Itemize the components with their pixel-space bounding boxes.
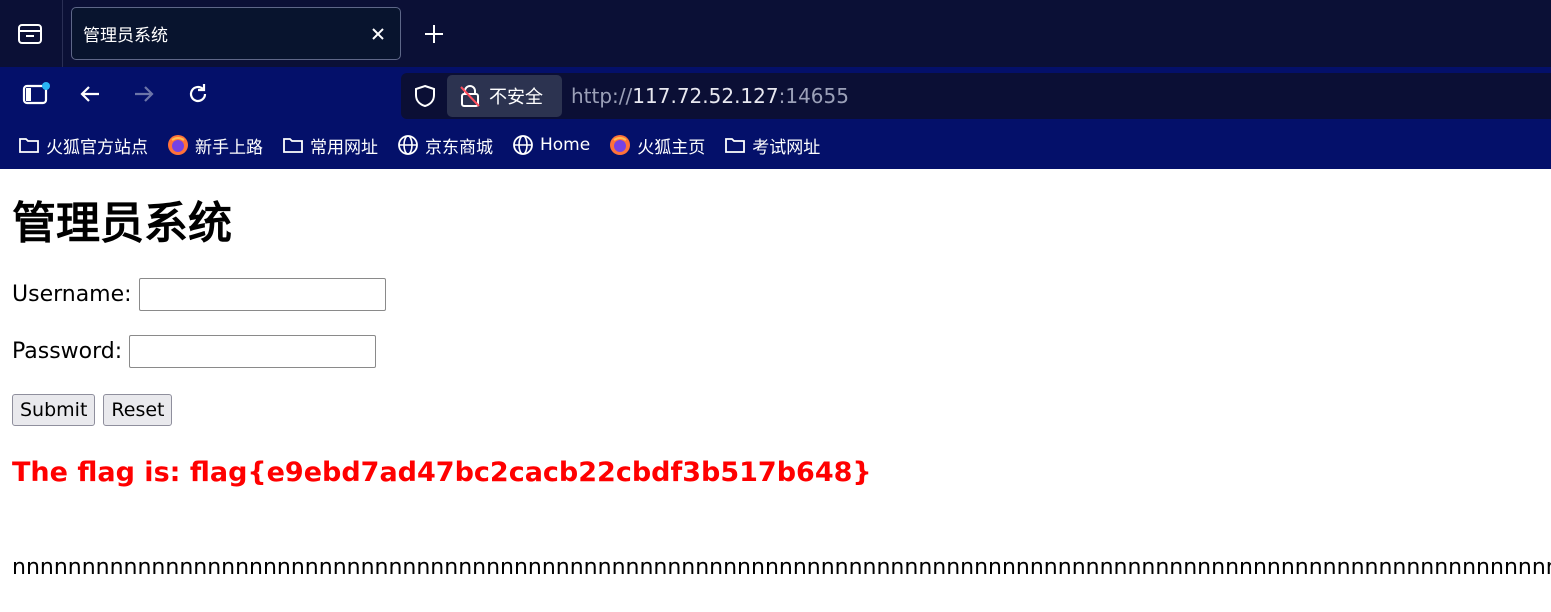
tab-close-button[interactable] [364, 20, 392, 48]
bookmark-item[interactable]: Home [512, 134, 590, 156]
folder-icon [19, 138, 39, 153]
password-label: Password: [12, 339, 123, 364]
folder-icon [283, 138, 303, 153]
bookmark-label: 火狐官方站点 [46, 137, 148, 158]
page-title: 管理员系统 [12, 198, 232, 249]
sidebar-button[interactable] [17, 75, 55, 113]
globe-icon [513, 135, 533, 155]
url-text[interactable]: http://117.72.52.127:14655 [571, 84, 849, 108]
flag-message: The flag is: flag{e9ebd7ad47bc2cacb22cbd… [12, 457, 872, 488]
active-tab[interactable]: 管理员系统 [71, 7, 401, 60]
forward-button[interactable] [125, 75, 163, 113]
bookmark-label: Home [540, 135, 591, 155]
sidebar-icon [22, 82, 50, 105]
firefox-icon [610, 135, 631, 155]
close-icon [372, 28, 384, 40]
connection-security-button[interactable]: 不安全 [447, 75, 562, 117]
bookmark-label: 考试网址 [752, 137, 821, 158]
filler-text: nnnnnnnnnnnnnnnnnnnnnnnnnnnnnnnnnnnnnnnn… [12, 555, 1551, 580]
url-scheme: http:// [571, 84, 633, 108]
tab-separator [62, 0, 63, 67]
shield-icon [415, 84, 435, 108]
bookmarks-toolbar: 火狐官方站点 新手上路 常用网址 京东商城 Home 火狐主页 考试网址 [0, 121, 1551, 169]
username-label: Username: [12, 282, 132, 307]
reset-button[interactable]: Reset [103, 394, 173, 426]
tab-bar: 管理员系统 [0, 0, 1551, 67]
bookmark-label: 京东商城 [425, 137, 493, 158]
url-port: :14655 [778, 84, 849, 108]
tab-list-button[interactable] [10, 14, 50, 54]
tab-list-icon [18, 24, 42, 44]
password-input[interactable] [129, 335, 377, 368]
tracking-protection-button[interactable] [409, 80, 441, 112]
new-tab-button[interactable] [418, 18, 450, 50]
username-input[interactable] [138, 278, 386, 311]
globe-icon [398, 135, 418, 155]
bookmark-item[interactable]: 京东商城 [397, 133, 493, 158]
bookmark-label: 常用网址 [310, 137, 378, 158]
reload-icon [189, 84, 207, 103]
firefox-icon [168, 135, 188, 155]
tab-title: 管理员系统 [83, 26, 168, 46]
navigation-toolbar: 不安全 http://117.72.52.127:14655 [0, 67, 1551, 121]
bookmark-item[interactable]: 火狐主页 [609, 133, 705, 158]
url-host: 117.72.52.127 [632, 84, 779, 108]
plus-icon [425, 25, 443, 43]
bookmark-item[interactable]: 常用网址 [282, 133, 378, 158]
security-label: 不安全 [489, 87, 543, 108]
form-buttons: Submit Reset [12, 394, 180, 426]
bookmark-item[interactable]: 考试网址 [724, 133, 820, 158]
password-row: Password: [12, 335, 377, 368]
bookmark-label: 火狐主页 [637, 137, 706, 158]
arrow-left-icon [80, 86, 99, 102]
page-content: 管理员系统 Username: Password: Submit Reset T… [0, 169, 1551, 612]
reload-button[interactable] [179, 75, 217, 113]
back-button[interactable] [71, 75, 109, 113]
bookmark-label: 新手上路 [195, 137, 263, 158]
insecure-lock-icon [460, 85, 480, 107]
bookmark-item[interactable]: 火狐官方站点 [18, 133, 148, 158]
arrow-right-icon [135, 86, 154, 102]
folder-icon [725, 138, 746, 153]
username-row: Username: [12, 278, 386, 311]
submit-button[interactable]: Submit [12, 394, 96, 426]
bookmark-item[interactable]: 新手上路 [167, 133, 263, 158]
url-bar[interactable]: 不安全 http://117.72.52.127:14655 [401, 73, 1551, 119]
